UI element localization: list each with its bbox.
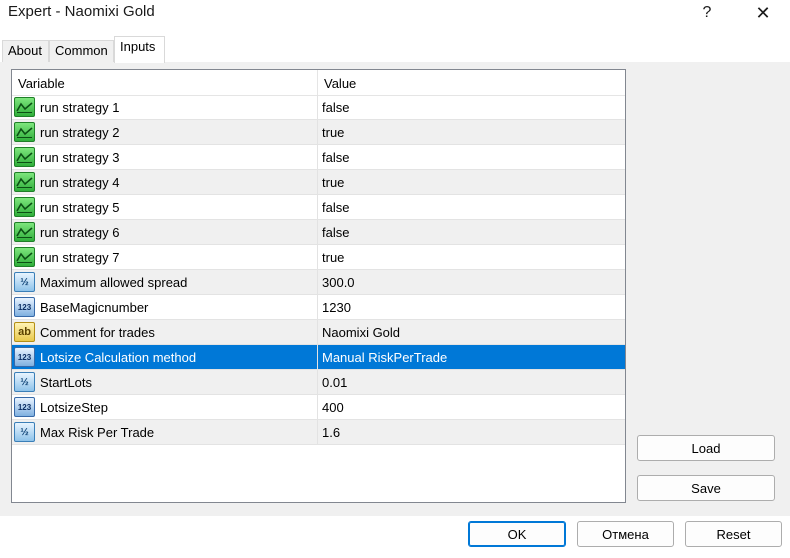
value-cell[interactable]: false <box>318 220 625 245</box>
value-cell[interactable]: false <box>318 145 625 170</box>
value-cell[interactable]: Manual RiskPerTrade <box>318 345 625 370</box>
double-type-icon: ½ <box>14 372 35 392</box>
variable-name: run strategy 4 <box>40 175 120 190</box>
window-title: Expert - Naomixi Gold <box>8 3 155 20</box>
variable-name: run strategy 2 <box>40 125 120 140</box>
row-separator <box>12 444 625 445</box>
variable-cell[interactable]: 123 Lotsize Calculation method <box>12 345 318 370</box>
table-row[interactable]: run strategy 7 true <box>12 245 625 270</box>
table-row[interactable]: ½ Maximum allowed spread 300.0 <box>12 270 625 295</box>
variable-name: LotsizeStep <box>40 400 108 415</box>
value-cell[interactable]: 400 <box>318 395 625 420</box>
boolean-type-icon <box>14 147 35 167</box>
variable-name: Max Risk Per Trade <box>40 425 155 440</box>
integer-type-icon: 123 <box>14 297 35 317</box>
value-cell[interactable]: true <box>318 245 625 270</box>
variable-cell[interactable]: run strategy 7 <box>12 245 318 270</box>
string-type-icon: ab <box>14 322 35 342</box>
value-cell[interactable]: true <box>318 170 625 195</box>
column-header-value[interactable]: Value <box>318 70 625 95</box>
integer-type-icon: 123 <box>14 397 35 417</box>
variable-name: BaseMagicnumber <box>40 300 149 315</box>
variable-cell[interactable]: run strategy 6 <box>12 220 318 245</box>
boolean-type-icon <box>14 222 35 242</box>
variable-cell[interactable]: run strategy 2 <box>12 120 318 145</box>
table-row[interactable]: ½ Max Risk Per Trade 1.6 <box>12 420 625 445</box>
variable-name: run strategy 5 <box>40 200 120 215</box>
table-row[interactable]: ab Comment for trades Naomixi Gold <box>12 320 625 345</box>
table-row[interactable]: 123 LotsizeStep 400 <box>12 395 625 420</box>
variable-cell[interactable]: run strategy 3 <box>12 145 318 170</box>
table-row[interactable]: 123 Lotsize Calculation method Manual Risk… <box>12 345 625 370</box>
save-button[interactable]: Save <box>637 475 775 501</box>
variable-cell[interactable]: 123 LotsizeStep <box>12 395 318 420</box>
integer-type-icon: 123 <box>14 347 35 367</box>
grid-header: Variable Value <box>12 70 625 96</box>
tab-common[interactable]: Common <box>49 40 114 62</box>
boolean-type-icon <box>14 172 35 192</box>
table-row[interactable]: run strategy 1 false <box>12 95 625 120</box>
table-row[interactable]: 123 BaseMagicnumber 1230 <box>12 295 625 320</box>
table-row[interactable]: run strategy 5 false <box>12 195 625 220</box>
load-button[interactable]: Load <box>637 435 775 461</box>
variable-cell[interactable]: 123 BaseMagicnumber <box>12 295 318 320</box>
variable-cell[interactable]: run strategy 4 <box>12 170 318 195</box>
column-header-variable[interactable]: Variable <box>12 70 318 95</box>
value-cell[interactable]: 1230 <box>318 295 625 320</box>
cancel-button[interactable]: Отмена <box>577 521 674 547</box>
variable-name: run strategy 6 <box>40 225 120 240</box>
tab-strip: About Common Inputs <box>0 36 790 98</box>
table-row[interactable]: ½ StartLots 0.01 <box>12 370 625 395</box>
value-cell[interactable]: 1.6 <box>318 420 625 445</box>
table-row[interactable]: run strategy 3 false <box>12 145 625 170</box>
variable-cell[interactable]: ½ Maximum allowed spread <box>12 270 318 295</box>
value-cell[interactable]: false <box>318 195 625 220</box>
variable-cell[interactable]: ½ StartLots <box>12 370 318 395</box>
variable-name: Comment for trades <box>40 325 155 340</box>
variable-cell[interactable]: ½ Max Risk Per Trade <box>12 420 318 445</box>
variable-name: Lotsize Calculation method <box>40 350 197 365</box>
variable-name: StartLots <box>40 375 93 390</box>
variable-name: run strategy 7 <box>40 250 120 265</box>
table-row[interactable]: run strategy 6 false <box>12 220 625 245</box>
value-cell[interactable]: Naomixi Gold <box>318 320 625 345</box>
ok-button[interactable]: OK <box>468 521 566 547</box>
double-type-icon: ½ <box>14 422 35 442</box>
table-row[interactable]: run strategy 4 true <box>12 170 625 195</box>
reset-button[interactable]: Reset <box>685 521 782 547</box>
variable-name: run strategy 3 <box>40 150 120 165</box>
boolean-type-icon <box>14 122 35 142</box>
variable-name: Maximum allowed spread <box>40 275 188 290</box>
inputs-grid: Variable Value run strategy 1 false run st… <box>11 69 626 503</box>
close-button[interactable]: ✕ <box>740 0 786 26</box>
help-button[interactable]: ? <box>684 0 730 26</box>
variable-cell[interactable]: ab Comment for trades <box>12 320 318 345</box>
boolean-type-icon <box>14 247 35 267</box>
value-cell[interactable]: 0.01 <box>318 370 625 395</box>
double-type-icon: ½ <box>14 272 35 292</box>
value-cell[interactable]: true <box>318 120 625 145</box>
value-cell[interactable]: false <box>318 95 625 120</box>
tab-inputs[interactable]: Inputs <box>114 36 165 63</box>
variable-cell[interactable]: run strategy 5 <box>12 195 318 220</box>
tab-about[interactable]: About <box>2 40 49 62</box>
title-bar: Expert - Naomixi Gold ? ✕ <box>0 0 790 34</box>
variable-cell[interactable]: run strategy 1 <box>12 95 318 120</box>
variable-name: run strategy 1 <box>40 100 120 115</box>
value-cell[interactable]: 300.0 <box>318 270 625 295</box>
boolean-type-icon <box>14 197 35 217</box>
boolean-type-icon <box>14 97 35 117</box>
table-row[interactable]: run strategy 2 true <box>12 120 625 145</box>
